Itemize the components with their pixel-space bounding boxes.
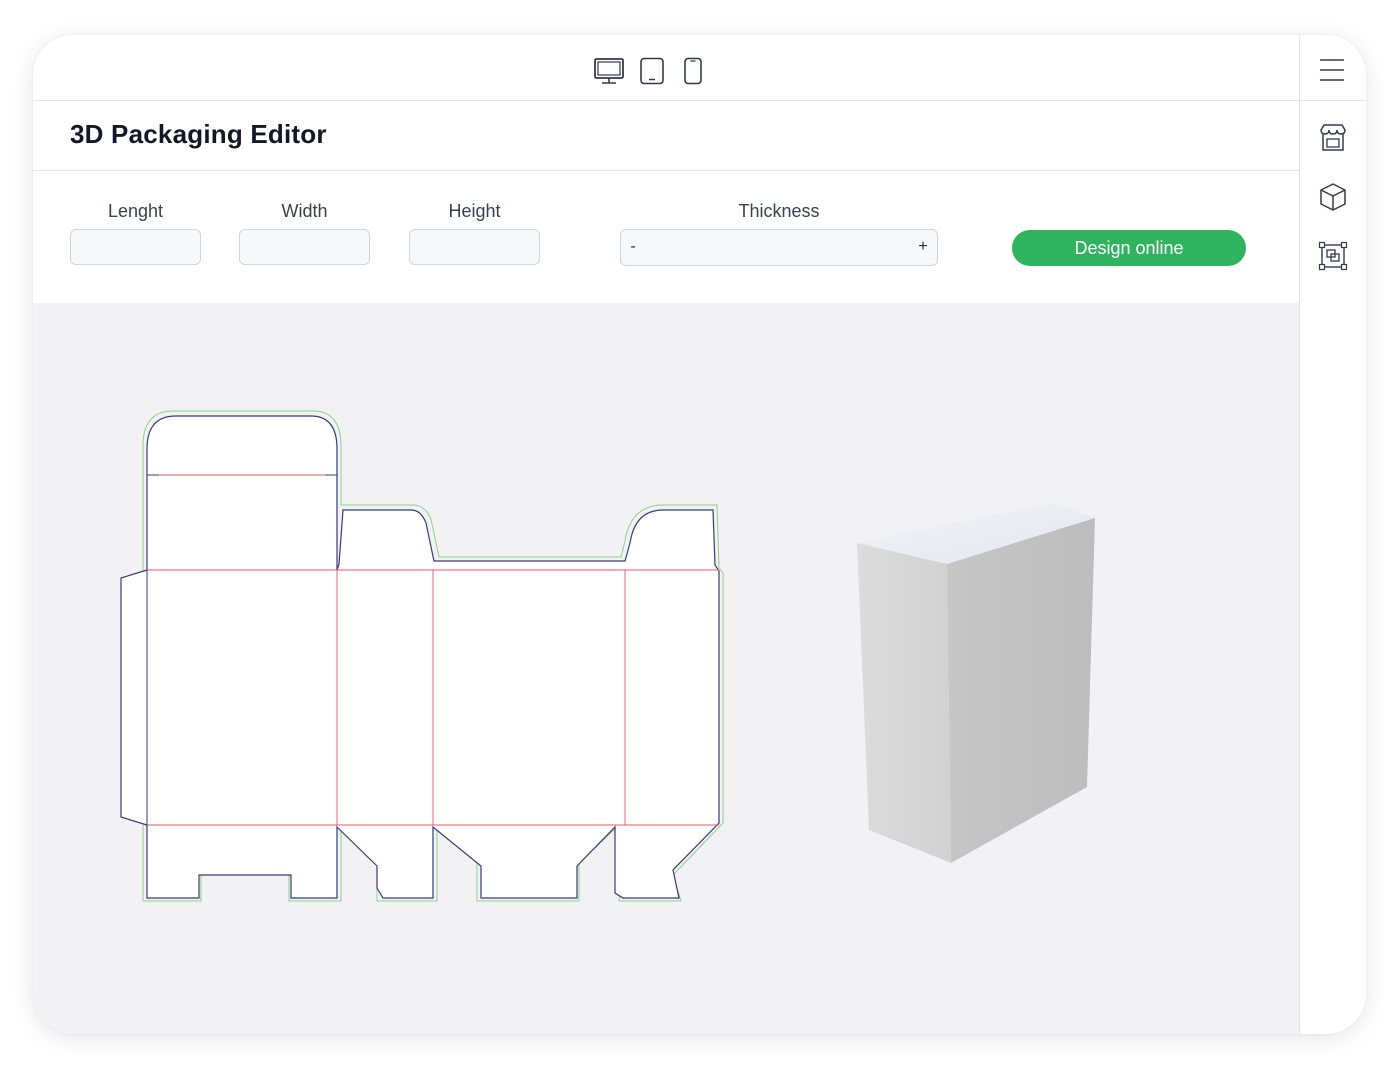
page-title: 3D Packaging Editor xyxy=(70,119,327,149)
desktop-icon[interactable] xyxy=(593,57,625,90)
store-icon[interactable] xyxy=(1317,122,1349,159)
tablet-icon[interactable] xyxy=(639,57,665,90)
right-sidebar xyxy=(1299,35,1366,1034)
height-label: Height xyxy=(448,201,501,221)
menu-icon[interactable] xyxy=(1317,55,1347,90)
thickness-label: Thickness xyxy=(738,201,820,221)
main-area: 3D Packaging Editor Lenght Width Height … xyxy=(33,35,1299,1034)
thickness-decrement-button[interactable]: - xyxy=(625,238,641,256)
length-input[interactable] xyxy=(70,229,201,265)
device-toolbar xyxy=(33,35,1299,101)
height-input[interactable] xyxy=(409,229,540,265)
dieline-icon[interactable] xyxy=(1317,240,1349,277)
title-bar: 3D Packaging Editor xyxy=(33,101,1299,171)
box-front-face xyxy=(947,518,1095,863)
box-side-face xyxy=(857,543,951,863)
cube-icon[interactable] xyxy=(1317,181,1349,218)
dimension-controls: Lenght Width Height Thickness - + Design… xyxy=(33,171,1299,302)
width-input[interactable] xyxy=(239,229,370,265)
design-online-button[interactable]: Design online xyxy=(1012,230,1246,266)
thickness-stepper[interactable]: - + xyxy=(620,229,938,266)
length-label: Lenght xyxy=(107,201,164,221)
preview-canvas[interactable] xyxy=(33,303,1299,1034)
device-switcher xyxy=(593,57,707,90)
box-3d-preview xyxy=(857,503,1095,863)
thickness-increment-button[interactable]: + xyxy=(915,238,931,256)
mobile-icon[interactable] xyxy=(679,57,707,90)
sidebar-header xyxy=(1300,35,1366,101)
app-window: 3D Packaging Editor Lenght Width Height … xyxy=(33,35,1366,1034)
width-label: Width xyxy=(281,201,328,221)
